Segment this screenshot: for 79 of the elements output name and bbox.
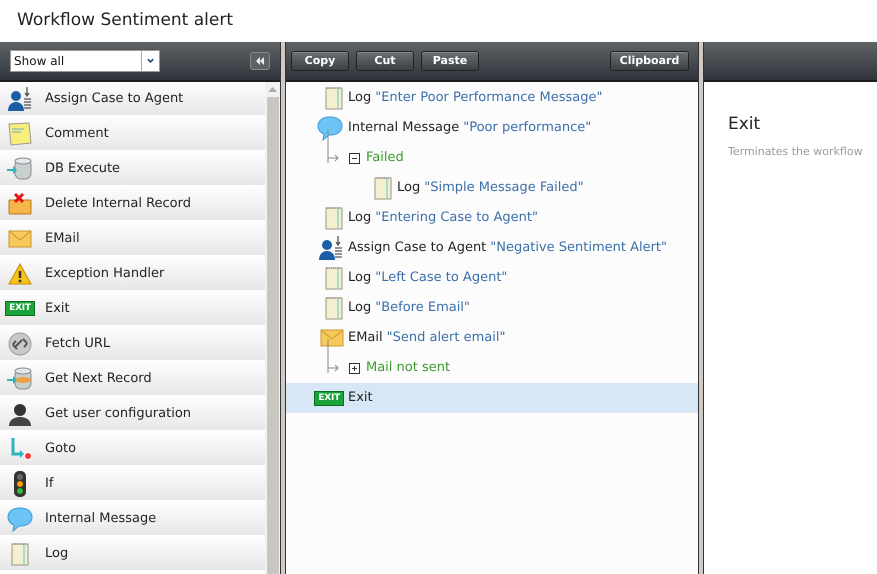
plus-icon (351, 364, 358, 372)
step-type: Log (397, 179, 420, 198)
step-type: Log (348, 299, 372, 318)
palette-item[interactable]: Get user configuration (0, 397, 265, 432)
notepad-icon (324, 86, 344, 110)
step-type: Log (348, 89, 372, 108)
step-name: "Simple Message Failed" (424, 179, 584, 198)
toolbar-button[interactable]: Paste (421, 51, 479, 71)
filter-dropdown[interactable]: Show all (10, 50, 160, 72)
step-name: "Send alert email" (386, 329, 506, 348)
exit-sign-icon: EXIT (5, 301, 35, 316)
warning-icon (7, 262, 33, 286)
palette-item[interactable]: Internal Message (0, 502, 265, 537)
step-type: EMail (348, 329, 383, 348)
person-list-icon (7, 86, 33, 112)
branch-label[interactable]: Mail not sent (366, 358, 450, 378)
palette-item[interactable]: EMail (0, 222, 265, 257)
database-icon (6, 366, 34, 392)
toolbar-button[interactable]: Copy (291, 51, 349, 71)
palette-item[interactable]: Get Next Record (0, 362, 265, 397)
database-icon (6, 156, 34, 182)
envelope-icon (8, 230, 32, 248)
workflow-step[interactable]: EXIT Exit (286, 383, 698, 413)
palette-item[interactable]: Goto (0, 432, 265, 467)
window-title: Workflow Sentiment alert (17, 9, 233, 32)
palette-item[interactable]: If (0, 467, 265, 502)
step-name: "Poor performance" (463, 119, 592, 138)
details-title: Exit (728, 113, 760, 136)
workflow-step[interactable]: Log "Enter Poor Performance Message" (286, 83, 698, 113)
notepad-icon (324, 266, 344, 290)
notepad-icon (324, 206, 344, 230)
workflow-step[interactable]: Assign Case to Agent "Negative Sentiment Alert" (286, 233, 698, 263)
workflow-step[interactable]: EMail "Send alert email" (286, 323, 698, 353)
palette-item[interactable]: EXIT Exit (0, 292, 265, 327)
scroll-up-icon (268, 87, 277, 92)
workflow-step[interactable]: Internal Message "Poor performance" (286, 113, 698, 143)
step-name: "Negative Sentiment Alert" (490, 239, 668, 258)
details-description: Terminates the workflow (728, 144, 863, 160)
double-arrow-left-icon (255, 57, 265, 65)
collapse-panel-button[interactable] (250, 52, 270, 70)
envelope-icon (320, 329, 344, 347)
speech-bubble-icon (316, 115, 344, 141)
notepad-icon (373, 176, 393, 200)
sticky-note-icon (7, 120, 33, 146)
traffic-light-icon (13, 470, 27, 498)
scrollbar[interactable] (265, 82, 280, 574)
exit-sign-icon: EXIT (314, 390, 344, 406)
palette-item[interactable]: Assign Case to Agent (0, 82, 265, 117)
notepad-icon (324, 296, 344, 320)
folder-cross-icon (7, 192, 33, 216)
step-type: Assign Case to Agent (348, 239, 486, 258)
collapse-toggle[interactable] (349, 152, 360, 164)
palette-item[interactable]: Log (0, 537, 265, 572)
person-list-icon (318, 235, 344, 261)
expand-toggle[interactable] (349, 362, 360, 374)
workflow-step[interactable]: Log "Entering Case to Agent" (286, 203, 698, 233)
connector-arrow (327, 129, 341, 163)
step-name: "Entering Case to Agent" (375, 209, 538, 228)
toolbar-button[interactable]: Cut (356, 51, 414, 71)
branch-label[interactable]: Failed (366, 148, 404, 168)
palette-item[interactable]: Fetch URL (0, 327, 265, 362)
palette-item[interactable]: Comment (0, 117, 265, 152)
workflow-step[interactable]: Log "Before Email" (286, 293, 698, 323)
clipboard-button[interactable]: Clipboard (610, 51, 689, 71)
step-type: Log (348, 269, 372, 288)
palette-item[interactable]: Exception Handler (0, 257, 265, 292)
workflow-step[interactable]: Log "Simple Message Failed" (335, 173, 698, 203)
step-name: "Before Email" (375, 299, 470, 318)
step-type: Log (348, 209, 372, 228)
speech-bubble-icon (6, 506, 34, 532)
step-type: Exit (348, 389, 373, 408)
notepad-icon (10, 542, 30, 566)
palette-item[interactable]: Delete Internal Record (0, 187, 265, 222)
step-type: Internal Message (348, 119, 460, 138)
workflow-step[interactable]: Log "Left Case to Agent" (286, 263, 698, 293)
step-name: "Enter Poor Performance Message" (375, 89, 602, 108)
palette-item[interactable]: DB Execute (0, 152, 265, 187)
chain-link-icon (7, 330, 33, 356)
step-name: "Left Case to Agent" (375, 269, 508, 288)
